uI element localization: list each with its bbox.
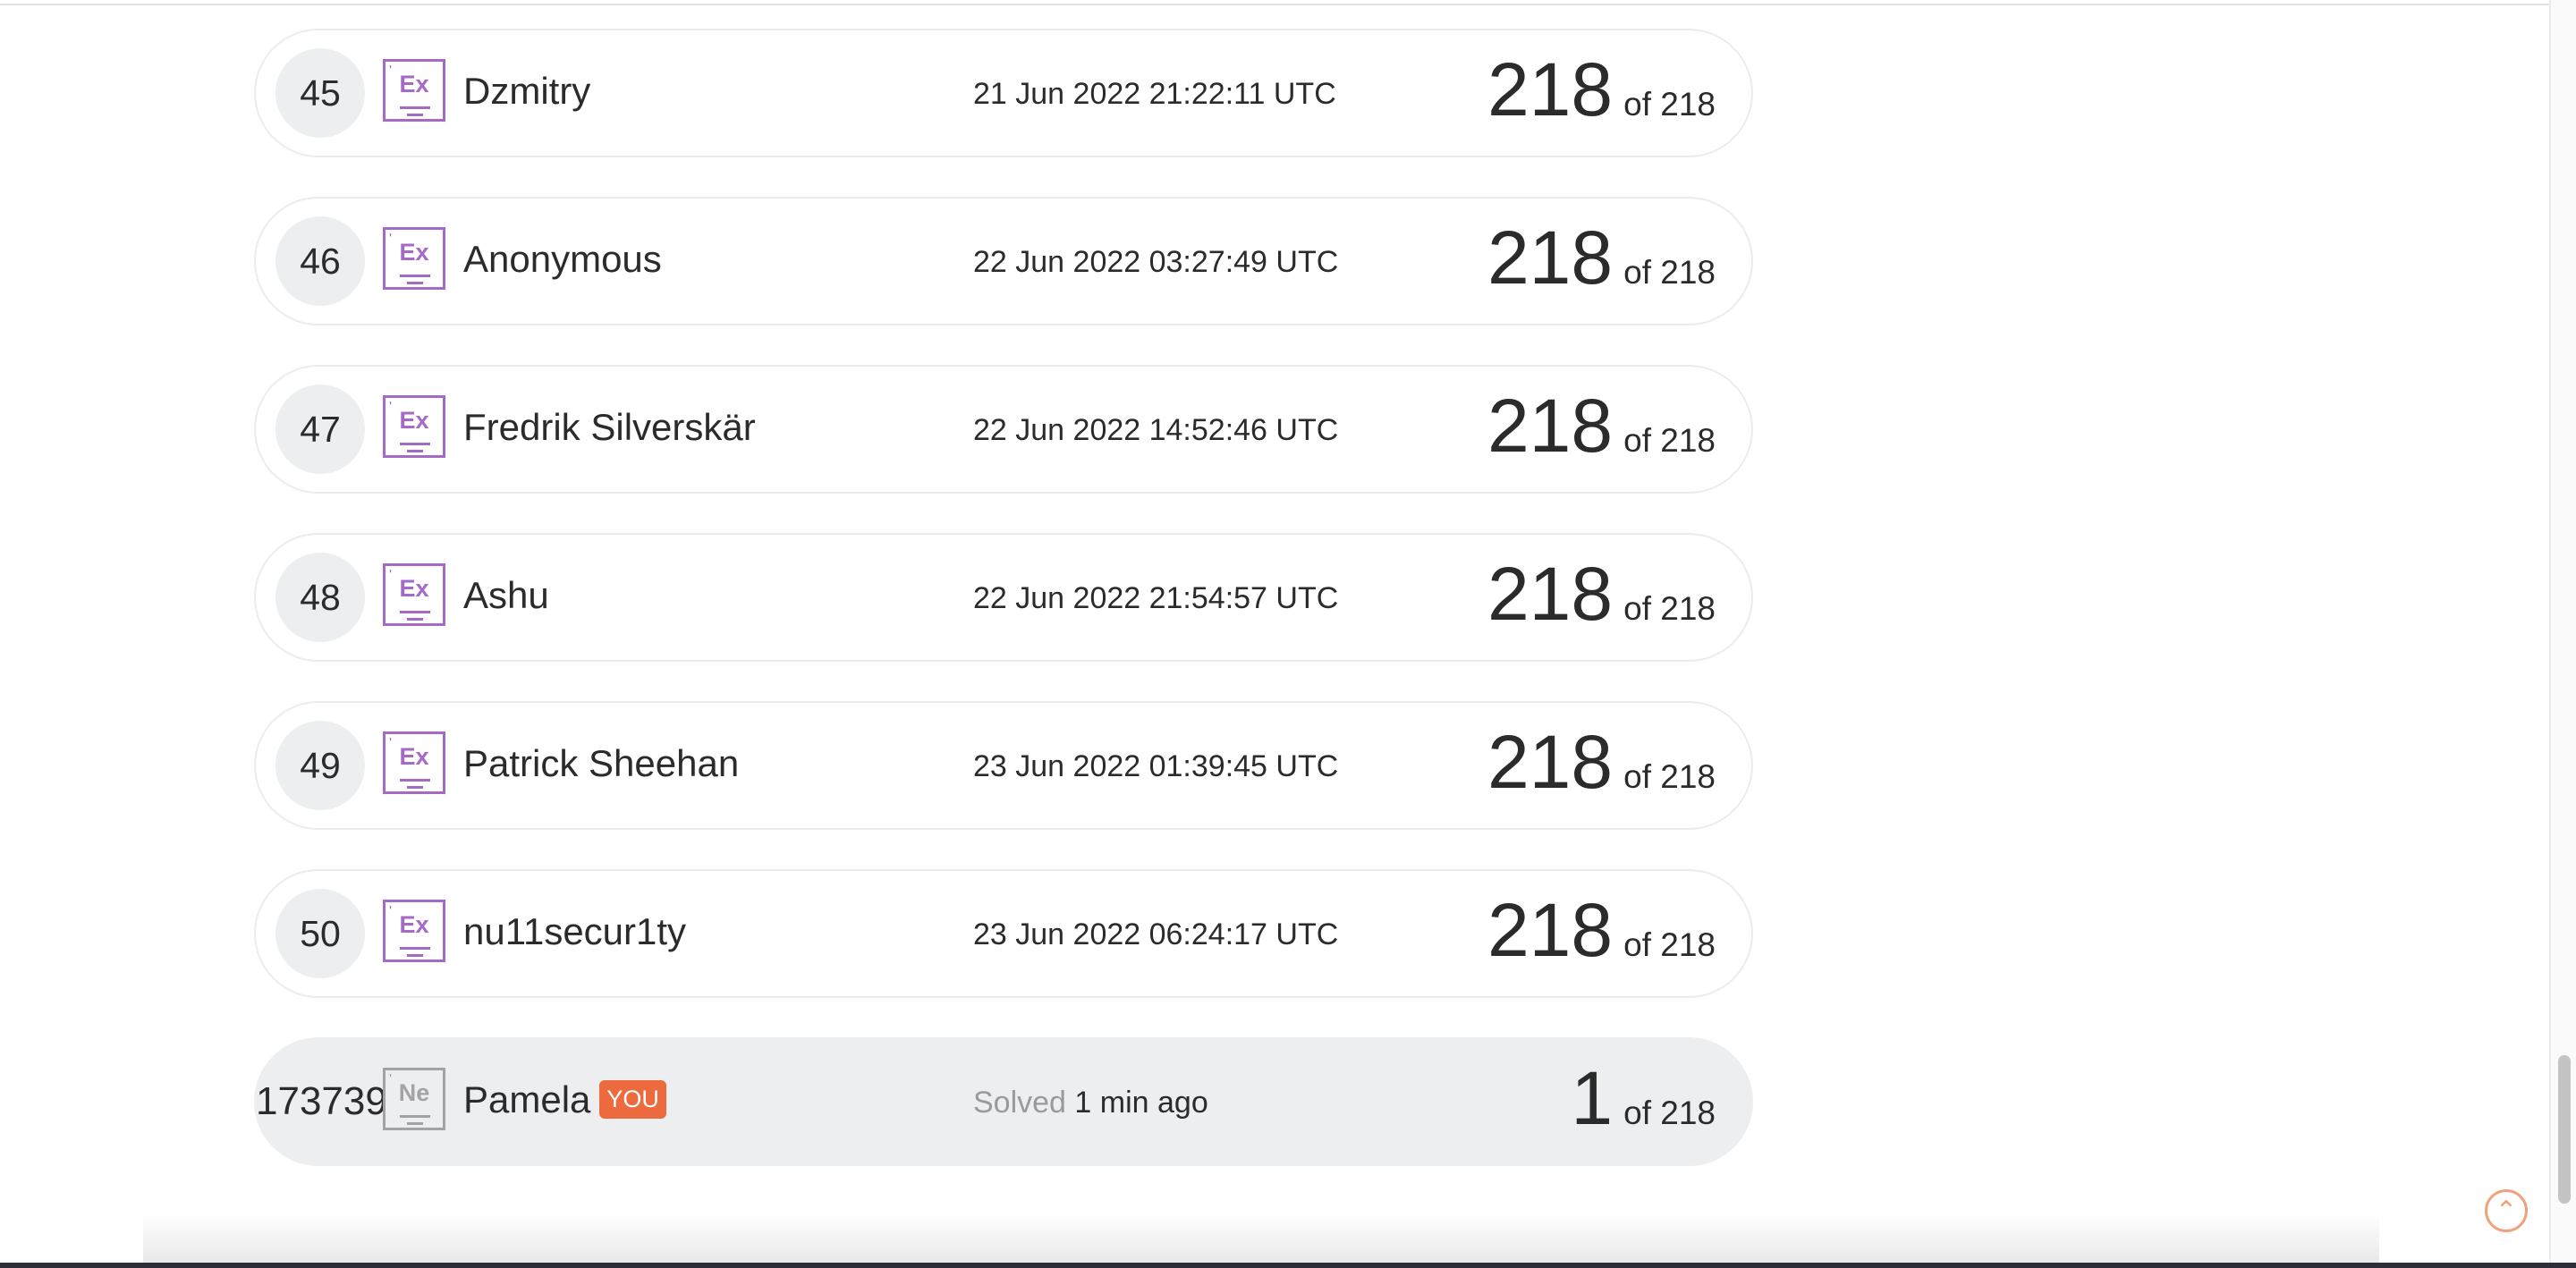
score-value: 218 (1487, 47, 1614, 131)
page-scrollbar[interactable] (2549, 0, 2576, 1263)
solved-time: 22 Jun 2022 03:27:49 UTC (973, 245, 1339, 279)
score-total: of 218 (1623, 422, 1716, 459)
score-total: of 218 (1623, 590, 1716, 627)
score-value: 218 (1487, 552, 1614, 636)
level-badge-icon: ' Ex (383, 59, 445, 122)
leaderboard-row[interactable]: 48 ' Ex Ashu 22 Jun 2022 21:54:57 UTC 218… (254, 533, 1753, 662)
level-badge-icon: ' Ex (383, 395, 445, 458)
top-divider (0, 0, 2549, 5)
solved-time: 23 Jun 2022 06:24:17 UTC (973, 917, 1339, 951)
score: 218 of 218 (1487, 892, 1716, 968)
level-badge-code: Ex (399, 743, 429, 770)
score-value: 218 (1487, 384, 1614, 468)
level-badge-code: Ex (399, 71, 429, 97)
player-name[interactable]: Dzmitry (463, 70, 590, 113)
score: 218 of 218 (1487, 724, 1716, 799)
chevron-up-circle-icon[interactable]: ⌃ (2485, 1189, 2528, 1232)
scrollbar-thumb[interactable] (2558, 1055, 2571, 1204)
player-name[interactable]: Patrick Sheehan (463, 742, 739, 785)
rank-number: 46 (275, 216, 365, 306)
score-total: of 218 (1623, 254, 1716, 291)
score-value: 1 (1571, 1056, 1614, 1140)
rank-number: 48 (275, 553, 365, 642)
score-value: 218 (1487, 216, 1614, 300)
score: 218 of 218 (1487, 556, 1716, 631)
rank-number: 50 (275, 889, 365, 978)
leaderboard-row[interactable]: 45 ' Ex Dzmitry 21 Jun 2022 21:22:11 UTC … (254, 29, 1753, 157)
level-badge-icon: ' Ex (383, 731, 445, 794)
solved-time: 21 Jun 2022 21:22:11 UTC (973, 77, 1336, 111)
rank-number: 173739 (256, 1079, 387, 1123)
player-name[interactable]: Ashu (463, 574, 549, 617)
score-total: of 218 (1623, 926, 1716, 963)
solved-time: Solved 1 min ago (973, 1086, 1208, 1120)
leaderboard-row[interactable]: 50 ' Ex nu11secur1ty 23 Jun 2022 06:24:17… (254, 869, 1753, 998)
solved-time: 23 Jun 2022 01:39:45 UTC (973, 749, 1339, 783)
player-name[interactable]: Anonymous (463, 238, 662, 281)
score: 1 of 218 (1571, 1061, 1716, 1136)
leaderboard-row[interactable]: 49 ' Ex Patrick Sheehan 23 Jun 2022 01:39… (254, 701, 1753, 830)
score-value: 218 (1487, 888, 1614, 972)
player-name-text: Pamela (463, 1078, 591, 1120)
score-total: of 218 (1623, 758, 1716, 795)
level-badge-code: Ex (399, 911, 429, 938)
score: 218 of 218 (1487, 220, 1716, 295)
window-bottom-edge (0, 1263, 2576, 1268)
player-name[interactable]: Fredrik Silverskär (463, 406, 756, 449)
score-value: 218 (1487, 720, 1614, 804)
leaderboard-row[interactable]: 46 ' Ex Anonymous 22 Jun 2022 03:27:49 UT… (254, 197, 1753, 325)
solved-time: 22 Jun 2022 21:54:57 UTC (973, 581, 1339, 615)
level-badge-icon: ' Ex (383, 563, 445, 626)
solved-when: 1 min ago (1074, 1086, 1208, 1120)
player-name[interactable]: nu11secur1ty (463, 910, 686, 953)
rank-number: 45 (275, 48, 365, 138)
leaderboard-row[interactable]: 47 ' Ex Fredrik Silverskär 22 Jun 2022 14… (254, 365, 1753, 494)
rank-number: 47 (275, 385, 365, 474)
score: 218 of 218 (1487, 52, 1716, 127)
leaderboard-list: 45 ' Ex Dzmitry 21 Jun 2022 21:22:11 UTC … (254, 29, 1753, 1205)
level-badge-code: Ex (399, 575, 429, 602)
score: 218 of 218 (1487, 388, 1716, 463)
level-badge-code: Ex (399, 407, 429, 434)
level-badge-icon: ' Ex (383, 227, 445, 290)
score-total: of 218 (1623, 86, 1716, 123)
level-badge-icon: ' Ex (383, 900, 445, 962)
solved-label: Solved (973, 1086, 1066, 1120)
player-name[interactable]: Pamela YOU (463, 1078, 666, 1121)
footer-shadow (143, 1213, 2379, 1268)
you-tag: YOU (599, 1080, 666, 1120)
score-total: of 218 (1623, 1095, 1716, 1131)
level-badge-code: Ne (398, 1079, 430, 1106)
current-user-row[interactable]: 173739 ' Ne Pamela YOU Solved 1 min ago 1o… (254, 1037, 1753, 1166)
solved-time: 22 Jun 2022 14:52:46 UTC (973, 413, 1339, 447)
rank-number: 49 (275, 721, 365, 810)
level-badge-icon: ' Ne (383, 1068, 445, 1130)
level-badge-code: Ex (399, 239, 429, 266)
